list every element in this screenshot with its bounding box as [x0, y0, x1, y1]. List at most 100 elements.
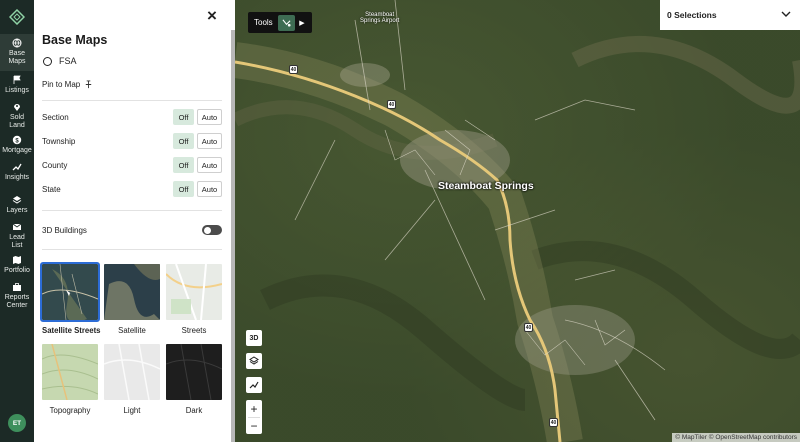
basemap-satellite-streets[interactable]: Satellite Streets — [40, 262, 101, 335]
rail-item-listings[interactable]: Listings — [0, 71, 34, 98]
basemap-label: Satellite — [118, 326, 146, 335]
rail-item-portfolio[interactable]: Portfolio — [0, 251, 34, 278]
user-avatar[interactable]: ET — [8, 414, 26, 432]
layers-icon — [249, 356, 259, 365]
basemap-dark[interactable]: Dark — [166, 344, 222, 415]
layers-icon — [12, 196, 22, 204]
map-icon — [13, 256, 21, 264]
divider — [42, 249, 222, 250]
row-section: Section Off Auto — [42, 109, 222, 125]
basemap-label: Dark — [185, 406, 203, 415]
pushpin-icon[interactable] — [84, 80, 93, 89]
off-button[interactable]: Off — [173, 133, 194, 149]
flag-icon — [13, 75, 21, 84]
base-maps-panel: × Base Maps FSA Pin to Map Section Off Au… — [34, 0, 235, 442]
pin-icon — [14, 104, 20, 111]
layers-button[interactable] — [246, 353, 262, 369]
3d-view-button[interactable]: 3D — [246, 330, 262, 346]
auto-button[interactable]: Auto — [197, 133, 222, 149]
row-label: Section — [42, 112, 69, 122]
dark-thumbnail — [166, 344, 222, 400]
rail-item-label: Insights — [4, 174, 30, 181]
row-label: County — [42, 160, 68, 170]
basemap-streets[interactable]: Streets — [166, 264, 222, 335]
rail-item-label: Lead List — [9, 234, 25, 249]
highway-shield: 40 — [289, 65, 298, 74]
row-county: County Off Auto — [42, 157, 222, 173]
fsa-radio[interactable] — [43, 56, 52, 66]
trend-icon — [12, 163, 22, 171]
streets-thumbnail — [166, 264, 222, 320]
tools-label: Tools — [254, 18, 273, 27]
app-logo-icon[interactable] — [0, 0, 34, 34]
expand-arrow-icon[interactable]: ▶ — [295, 19, 309, 27]
close-icon[interactable]: × — [207, 7, 217, 24]
off-button[interactable]: Off — [173, 181, 194, 197]
fsa-option[interactable]: FSA — [43, 56, 77, 66]
insights-button[interactable] — [246, 377, 262, 393]
rail-item-sold-land[interactable]: Sold Land — [0, 98, 34, 131]
tools-button[interactable]: Tools ▶ — [248, 12, 312, 33]
selections-dropdown[interactable]: 0 Selections — [660, 0, 800, 30]
basemap-satellite[interactable]: Satellite — [104, 264, 160, 335]
row-township: Township Off Auto — [42, 133, 222, 149]
basemap-light[interactable]: Light — [104, 344, 160, 415]
row-label: Township — [42, 136, 76, 146]
globe-icon — [12, 38, 22, 48]
highway-shield: 40 — [387, 100, 396, 109]
panel-title: Base Maps — [42, 33, 108, 47]
3d-buildings-toggle[interactable] — [202, 225, 222, 235]
city-label: Steamboat Springs — [438, 180, 534, 192]
zoom-in-button[interactable]: + — [246, 400, 262, 417]
rail-item-mortgage[interactable]: $ Mortgage — [0, 131, 34, 158]
row-label: State — [42, 184, 61, 194]
basemap-label: Streets — [181, 326, 207, 335]
left-rail: Base Maps Listings Sold Land $ Mortgage Insig… — [0, 0, 34, 442]
divider — [42, 210, 222, 211]
rail-item-label: Listings — [5, 87, 29, 94]
basemap-label: Topography — [49, 406, 91, 415]
satellite-thumbnail — [104, 264, 160, 320]
basemap-label: Light — [123, 406, 141, 415]
rail-item-layers[interactable]: Layers — [0, 191, 34, 218]
rail-item-label: Portfolio — [4, 267, 30, 274]
3d-buildings-row: 3D Buildings — [42, 223, 222, 237]
highway-shield: 40 — [524, 323, 533, 332]
rail-item-label: Sold Land — [9, 114, 25, 129]
auto-button[interactable]: Auto — [197, 181, 222, 197]
divider — [42, 100, 222, 101]
auto-button[interactable]: Auto — [197, 157, 222, 173]
basemap-topography[interactable]: Topography — [42, 344, 98, 415]
trend-icon — [249, 381, 259, 389]
fsa-label: FSA — [59, 56, 77, 66]
rail-item-label: Layers — [6, 207, 28, 214]
off-button[interactable]: Off — [173, 109, 194, 125]
rail-item-insights[interactable]: Insights — [0, 158, 34, 191]
draw-tool-icon[interactable] — [278, 14, 295, 31]
auto-button[interactable]: Auto — [197, 109, 222, 125]
rail-item-base-maps[interactable]: Base Maps — [0, 34, 34, 71]
rail-item-label: Mortgage — [2, 147, 32, 154]
3d-buildings-label: 3D Buildings — [42, 225, 87, 235]
selections-label: 0 Selections — [667, 10, 717, 20]
dollar-icon: $ — [12, 135, 22, 144]
off-button[interactable]: Off — [173, 157, 194, 173]
rail-item-label: Reports Center — [4, 294, 30, 309]
zoom-out-button[interactable]: − — [246, 417, 262, 434]
mail-icon — [12, 223, 22, 230]
satellite-streets-thumbnail — [40, 262, 100, 322]
pin-to-map[interactable]: Pin to Map — [42, 80, 93, 89]
rail-item-lead-list[interactable]: Lead List — [0, 218, 34, 251]
chevron-down-icon[interactable] — [781, 9, 791, 19]
rail-item-label: Base Maps — [8, 50, 26, 65]
pin-to-map-label: Pin to Map — [42, 80, 81, 89]
zoom-control: + − — [246, 400, 262, 434]
basemap-label: Satellite Streets — [42, 326, 101, 335]
map-attribution: © MapTiler © OpenStreetMap contributors — [672, 433, 800, 442]
row-state: State Off Auto — [42, 181, 222, 197]
topography-thumbnail — [42, 344, 98, 400]
airport-label: Steamboat Springs Airport — [360, 12, 400, 24]
rail-item-reports-center[interactable]: Reports Center — [0, 278, 34, 311]
map-canvas[interactable]: Steamboat Springs Airport 40 40 40 40 — [235, 0, 800, 442]
highway-shield: 40 — [549, 418, 558, 427]
